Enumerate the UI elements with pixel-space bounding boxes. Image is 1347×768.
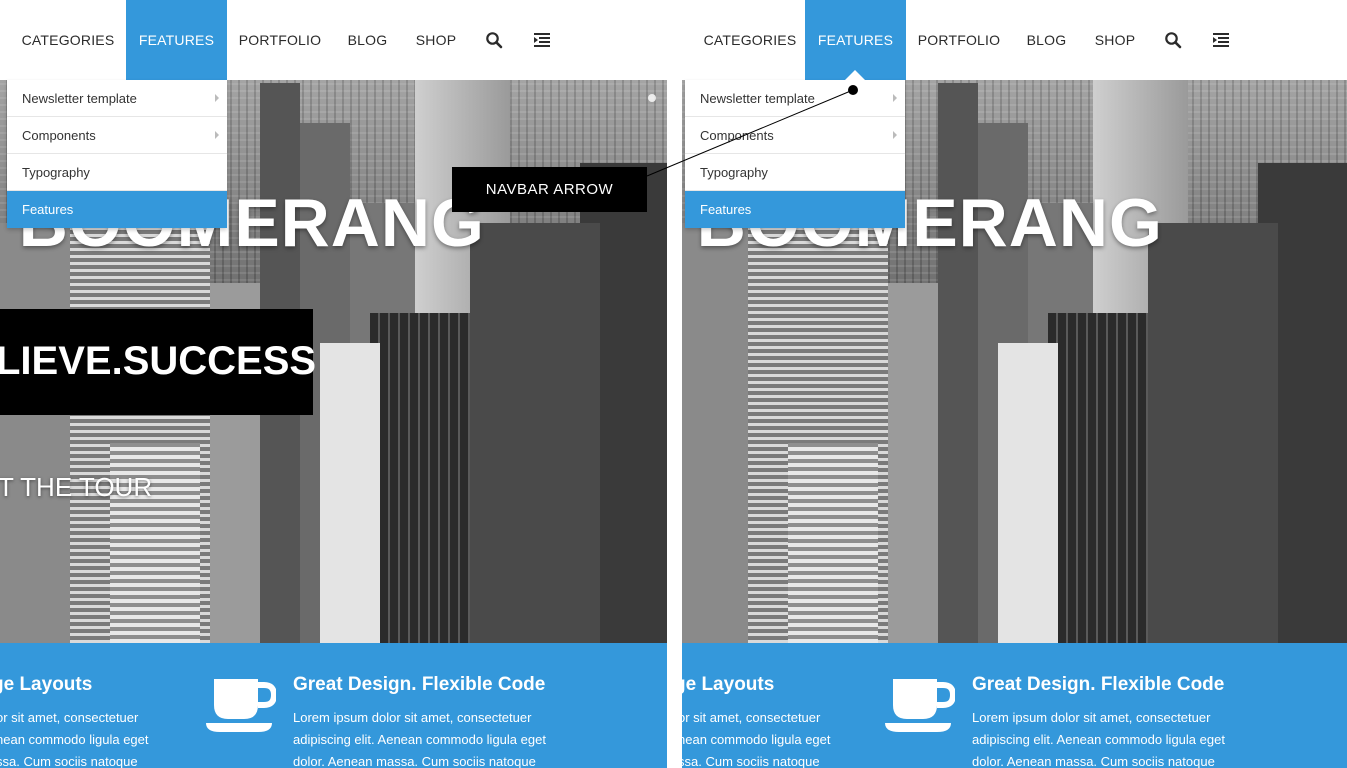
dropdown-item-label: Features (700, 202, 752, 217)
nav-item-features[interactable]: FEATURES (805, 0, 906, 80)
feature-text-design: Lorem ipsum dolor sit amet, consectetuer… (972, 707, 1242, 768)
submenu-caret-icon (215, 94, 219, 102)
coffee-cup-icon (885, 679, 955, 732)
dropdown-item-label: Components (700, 128, 774, 143)
dropdown-item-components[interactable]: Components (7, 117, 227, 154)
submenu-caret-icon (893, 94, 897, 102)
dropdown-item-components[interactable]: Components (685, 117, 905, 154)
features-dropdown: Newsletter template Components Typograph… (685, 80, 905, 228)
features-dropdown: Newsletter template Components Typograph… (7, 80, 227, 228)
dropdown-item-label: Typography (22, 165, 90, 180)
dropdown-item-label: Newsletter template (22, 91, 137, 106)
submenu-caret-icon (893, 131, 897, 139)
dropdown-item-label: Features (22, 202, 74, 217)
panel-divider (667, 0, 682, 768)
hero-tagline: LIEVE.SUCCESS (0, 339, 317, 383)
menu-icon[interactable] (1212, 31, 1230, 49)
screenshot-panel-left: O BOOMERANG LIEVE.SUCCESS T THE TOUR CAT… (0, 0, 667, 768)
feature-text-line: ssa. Cum sociis natoque (682, 754, 820, 768)
nav-item-shop[interactable]: SHOP (1087, 0, 1143, 80)
building (788, 443, 878, 643)
feature-text-line: adipiscing elit. Aenean commodo ligula e… (293, 732, 546, 747)
search-icon[interactable] (485, 31, 503, 49)
building (470, 223, 600, 643)
hero-tagline-box: LIEVE.SUCCESS (0, 309, 317, 415)
feature-text-line: dolor. Aenean massa. Cum sociis natoque (293, 754, 536, 768)
feature-title-layouts: ge Layouts (682, 674, 775, 695)
feature-text-line: Lorem ipsum dolor sit amet, consectetuer (972, 710, 1211, 725)
building (998, 343, 1058, 643)
feature-band: ge Layouts or sit amet, consectetuer nea… (682, 643, 1347, 768)
building (682, 223, 752, 643)
dropdown-item-newsletter[interactable]: Newsletter template (685, 80, 905, 117)
screenshot-panel-right: O BOOMERANG CATEGORIES FEATURES PORTFOLI… (682, 0, 1347, 768)
navbar-arrow (845, 70, 865, 80)
building (938, 83, 978, 643)
feature-text-line: adipiscing elit. Aenean commodo ligula e… (972, 732, 1225, 747)
take-the-tour-link[interactable]: T THE TOUR (0, 472, 152, 503)
feature-title-design: Great Design. Flexible Code (293, 674, 546, 695)
menu-icon[interactable] (533, 31, 551, 49)
nav-item-blog[interactable]: BLOG (1019, 0, 1074, 80)
dropdown-item-label: Newsletter template (700, 91, 815, 106)
building (320, 343, 380, 643)
dropdown-item-newsletter[interactable]: Newsletter template (7, 80, 227, 117)
nav-item-portfolio[interactable]: PORTFOLIO (914, 0, 1004, 80)
feature-title-design: Great Design. Flexible Code (972, 674, 1225, 695)
feature-text-line: Lorem ipsum dolor sit amet, consectetuer (293, 710, 532, 725)
navbar: CATEGORIES FEATURES PORTFOLIO BLOG SHOP (682, 0, 1347, 80)
feature-text-line: dolor. Aenean massa. Cum sociis natoque (972, 754, 1215, 768)
building (1148, 223, 1278, 643)
dropdown-item-typography[interactable]: Typography (685, 154, 905, 191)
nav-item-shop[interactable]: SHOP (408, 0, 464, 80)
nav-item-blog[interactable]: BLOG (340, 0, 395, 80)
nav-item-categories[interactable]: CATEGORIES (14, 0, 122, 80)
dropdown-item-label: Typography (700, 165, 768, 180)
feature-text-line: ssa. Cum sociis natoque (0, 754, 138, 768)
navbar: CATEGORIES FEATURES PORTFOLIO BLOG SHOP (0, 0, 667, 80)
annotation-callout: NAVBAR ARROW (452, 167, 647, 212)
slider-dot[interactable] (648, 94, 656, 102)
dropdown-item-features[interactable]: Features (685, 191, 905, 228)
search-icon[interactable] (1164, 31, 1182, 49)
coffee-cup-icon (206, 679, 276, 732)
feature-text-design: Lorem ipsum dolor sit amet, consectetuer… (293, 707, 563, 768)
feature-title-layouts: ge Layouts (0, 674, 93, 695)
dropdown-item-typography[interactable]: Typography (7, 154, 227, 191)
nav-item-features[interactable]: FEATURES (126, 0, 227, 80)
building (0, 223, 70, 643)
nav-item-portfolio[interactable]: PORTFOLIO (235, 0, 325, 80)
dropdown-item-label: Components (22, 128, 96, 143)
feature-band: ge Layouts or sit amet, consectetuer nea… (0, 643, 667, 768)
submenu-caret-icon (215, 131, 219, 139)
dropdown-item-features[interactable]: Features (7, 191, 227, 228)
nav-item-categories[interactable]: CATEGORIES (696, 0, 804, 80)
